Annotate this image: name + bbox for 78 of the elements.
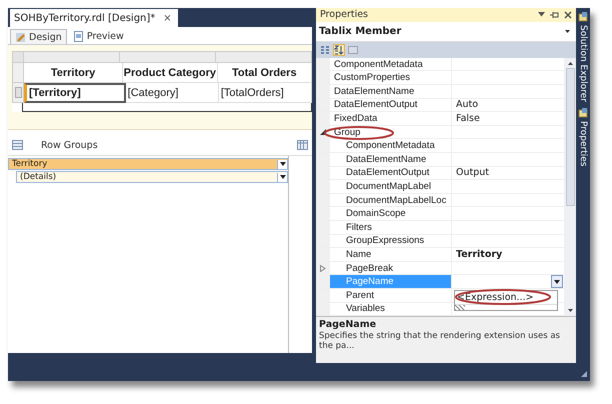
sort-icon [334, 44, 344, 55]
solution-explorer-icon [578, 12, 588, 22]
dropdown-button[interactable] [551, 275, 563, 288]
column-header-cell[interactable]: Product Category [123, 63, 218, 83]
property-name[interactable]: PageBreak [330, 262, 452, 274]
document-title: SOHByTerritory.rdl [Design]* [14, 12, 156, 24]
property-name[interactable]: DataElementOutput [330, 166, 452, 180]
property-name[interactable]: FixedData [330, 112, 452, 125]
column-handle[interactable] [120, 51, 216, 63]
property-name[interactable]: Filters [330, 220, 452, 234]
annotation-ellipse [324, 126, 394, 140]
document-tab[interactable]: SOHByTerritory.rdl [Design]* × [10, 9, 178, 27]
table-cell[interactable]: [TotalOrders] [218, 83, 312, 103]
sort-button[interactable] [333, 44, 345, 56]
group-item[interactable]: Territory [8, 158, 288, 170]
column-header-cell[interactable]: Total Orders [218, 63, 312, 83]
property-name[interactable]: Parent [330, 288, 452, 302]
panel-title: Properties [320, 9, 368, 20]
property-name[interactable]: Name [330, 248, 452, 261]
up-arrow-icon [568, 62, 572, 65]
properties-icon [578, 108, 588, 118]
property-value[interactable]: Output [456, 167, 489, 178]
caret-icon[interactable] [538, 12, 545, 18]
dropdown-button[interactable] [277, 160, 287, 168]
close-button[interactable]: × [163, 12, 172, 24]
row-handle[interactable] [12, 83, 24, 103]
side-tab[interactable]: Properties [578, 108, 588, 166]
grid-icon [320, 44, 330, 55]
collapsed-triangle-icon[interactable] [320, 264, 326, 272]
caret-icon [280, 162, 286, 166]
property-name[interactable]: DataElementName [330, 85, 452, 98]
view-tab[interactable]: Design [10, 29, 67, 44]
property-name[interactable]: DocumentMapLabelLoc [330, 194, 452, 206]
resize-grip-icon [455, 304, 465, 310]
column-header-cell[interactable]: Territory [24, 63, 124, 83]
property-value[interactable]: False [456, 113, 480, 124]
caret-icon [280, 175, 286, 179]
caret-icon [565, 30, 570, 33]
page-icon [72, 31, 84, 42]
dropdown-option[interactable]: <Expression...> [455, 290, 557, 305]
dropdown-button[interactable] [277, 172, 287, 182]
group-item[interactable]: (Details) [16, 171, 288, 183]
resize-grip-icon [580, 370, 588, 378]
property-name[interactable]: DocumentMapLabel [330, 180, 452, 193]
row-groups-icon [12, 140, 23, 150]
table-cell[interactable]: [Territory] [24, 83, 126, 103]
pin-icon[interactable] [550, 10, 559, 19]
categorized-button[interactable] [319, 44, 331, 56]
description-text: Specifies the string that the rendering extension uses as the pa... [319, 331, 561, 352]
page-icon [348, 44, 358, 55]
row-handle-icon [14, 87, 22, 98]
corner-handle[interactable] [12, 51, 24, 63]
property-name[interactable]: GroupExpressions [330, 234, 452, 248]
column-handle[interactable] [24, 51, 120, 63]
row-groups-title: Row Groups [41, 140, 98, 150]
description-title: PageName [319, 319, 378, 330]
column-groups-icon [297, 140, 308, 150]
caret-icon [554, 280, 560, 284]
row-handle[interactable] [12, 63, 24, 83]
property-value[interactable]: Auto [456, 99, 478, 110]
table-cell[interactable]: [Category] [126, 83, 219, 103]
property-name[interactable]: CustomProperties [330, 71, 452, 84]
expanded-triangle-icon[interactable] [320, 129, 326, 136]
property-name[interactable]: DataElementName [330, 153, 452, 166]
property-name[interactable]: ComponentMetadata [330, 58, 452, 70]
property-value[interactable]: Territory [456, 248, 502, 260]
property-name[interactable]: DataElementOutput [330, 98, 452, 112]
column-handle[interactable] [216, 51, 312, 63]
view-tab[interactable]: Preview [68, 29, 128, 44]
property-name[interactable]: DomainScope [330, 207, 452, 220]
scrollbar[interactable] [564, 58, 576, 316]
close-icon[interactable] [564, 10, 572, 19]
property-name[interactable]: Group [330, 126, 452, 138]
pencil-icon [15, 32, 26, 42]
property-name[interactable]: ComponentMetadata [330, 139, 452, 152]
property-name[interactable]: Variables [330, 302, 452, 316]
side-tab[interactable]: Solution Explorer [578, 12, 588, 102]
down-arrow-icon [568, 309, 572, 312]
